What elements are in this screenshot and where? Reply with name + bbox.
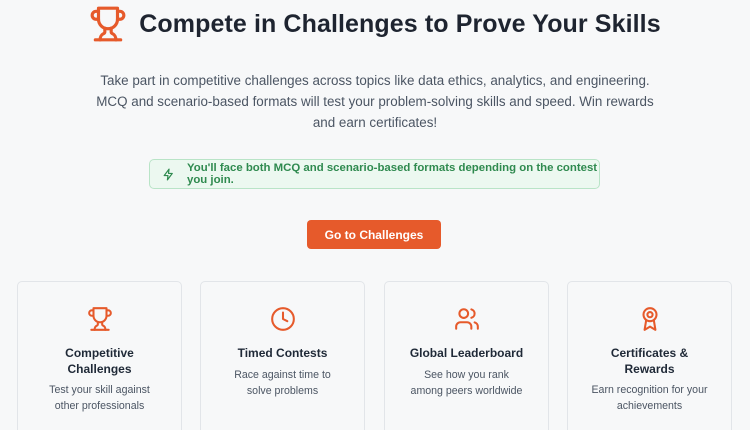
feature-subtitle: See how you rank among peers worldwide — [410, 369, 523, 397]
award-icon — [568, 304, 731, 334]
feature-card-timed-contests: Timed Contests Race against time to solv… — [200, 281, 365, 430]
feature-subtitle: Test your skill against other profession… — [49, 384, 150, 412]
feature-title: Certificates & Rewards — [610, 346, 689, 376]
feature-card-global-leaderboard: Global Leaderboard See how you rank amon… — [384, 281, 549, 430]
trophy-icon — [18, 304, 181, 334]
page-description: Take part in competitive challenges acro… — [96, 73, 654, 130]
feature-subtitle: Race against time to solve problems — [234, 369, 331, 397]
feature-subtitle: Earn recognition for your achievements — [591, 384, 708, 412]
trophy-icon — [89, 5, 127, 43]
feature-title: Global Leaderboard — [409, 346, 524, 360]
sparkle-icon — [162, 167, 175, 181]
callout-text: You'll face both MCQ and scenario-based … — [187, 162, 598, 186]
feature-card-certificates-rewards: Certificates & Rewards Earn recognition … — [567, 281, 732, 430]
feature-card-competitive-challenges: Competitive Challenges Test your skill a… — [17, 281, 182, 430]
clock-icon — [201, 304, 364, 334]
feature-title: Competitive Challenges — [65, 346, 134, 376]
users-icon — [385, 304, 548, 334]
go-to-challenges-button[interactable]: Go to Challenges — [307, 220, 441, 249]
challenges-page: Compete in Challenges to Prove Your Skil… — [0, 0, 750, 430]
format-info-callout: You'll face both MCQ and scenario-based … — [149, 159, 600, 189]
hero-header: Compete in Challenges to Prove Your Skil… — [0, 4, 750, 44]
feature-title: Timed Contests — [237, 346, 328, 360]
page-title: Compete in Challenges to Prove Your Skil… — [139, 9, 661, 38]
